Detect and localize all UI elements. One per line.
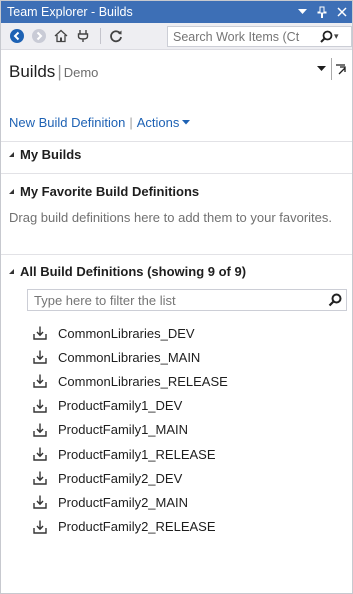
section-all-definitions[interactable]: All Build Definitions (showing 9 of 9) bbox=[9, 264, 246, 279]
search-dropdown-icon[interactable]: ▾ bbox=[334, 31, 339, 42]
collapse-triangle-icon[interactable] bbox=[9, 152, 14, 157]
close-icon[interactable] bbox=[332, 1, 352, 23]
section-favorites[interactable]: My Favorite Build Definitions bbox=[9, 184, 199, 199]
filter-input[interactable] bbox=[28, 292, 324, 308]
refresh-icon[interactable] bbox=[106, 25, 126, 47]
title-bar[interactable]: Team Explorer - Builds bbox=[1, 1, 352, 23]
divider bbox=[1, 141, 352, 142]
back-icon[interactable] bbox=[7, 25, 27, 47]
build-definition-list: CommonLibraries_DEV CommonLibraries_MAIN… bbox=[31, 321, 347, 539]
definition-name: ProductFamily1_DEV bbox=[58, 398, 183, 414]
home-icon[interactable] bbox=[51, 25, 71, 47]
build-definition-icon bbox=[31, 397, 49, 415]
search-work-items[interactable]: ▾ bbox=[167, 26, 352, 47]
page-header: Builds | Demo bbox=[1, 50, 352, 104]
undock-icon[interactable] bbox=[331, 58, 349, 80]
section-title: All Build Definitions (showing 9 of 9) bbox=[20, 264, 247, 279]
page-title-group: Builds | Demo bbox=[9, 62, 98, 82]
build-definition-icon bbox=[31, 324, 49, 342]
build-definition-icon bbox=[31, 421, 49, 439]
divider bbox=[1, 173, 352, 174]
title-separator: | bbox=[57, 62, 62, 81]
project-name[interactable]: Demo bbox=[64, 65, 99, 80]
new-build-definition-link[interactable]: New Build Definition bbox=[9, 115, 125, 130]
section-title: My Builds bbox=[20, 147, 82, 162]
definition-name: ProductFamily1_MAIN bbox=[58, 422, 189, 438]
actions-menu[interactable]: Actions bbox=[137, 115, 180, 130]
definition-name: CommonLibraries_MAIN bbox=[58, 349, 201, 365]
list-item[interactable]: CommonLibraries_RELEASE bbox=[31, 369, 347, 393]
definition-name: CommonLibraries_RELEASE bbox=[58, 373, 228, 389]
section-my-builds[interactable]: My Builds bbox=[9, 147, 81, 162]
list-item[interactable]: ProductFamily2_DEV bbox=[31, 466, 347, 490]
list-item[interactable]: ProductFamily2_MAIN bbox=[31, 490, 347, 514]
search-input[interactable] bbox=[168, 29, 318, 44]
definition-name: ProductFamily2_DEV bbox=[58, 470, 183, 486]
definition-name: ProductFamily2_MAIN bbox=[58, 494, 189, 510]
action-links: New Build Definition | Actions bbox=[9, 115, 191, 130]
definition-name: ProductFamily2_RELEASE bbox=[58, 519, 216, 535]
links-separator: | bbox=[129, 115, 133, 130]
list-item[interactable]: ProductFamily1_RELEASE bbox=[31, 442, 347, 466]
list-item[interactable]: CommonLibraries_MAIN bbox=[31, 345, 347, 369]
list-item[interactable]: ProductFamily2_RELEASE bbox=[31, 515, 347, 539]
page-dropdown-icon[interactable] bbox=[317, 64, 326, 74]
team-explorer-window: Team Explorer - Builds Search Work Items… bbox=[0, 0, 353, 594]
build-definition-icon bbox=[31, 469, 49, 487]
definition-name: CommonLibraries_DEV bbox=[58, 325, 195, 341]
list-item[interactable]: ProductFamily1_MAIN bbox=[31, 418, 347, 442]
page-title: Builds bbox=[9, 62, 56, 81]
favorites-hint: Drag build definitions here to add them … bbox=[9, 210, 333, 225]
window-menu-dropdown-icon[interactable] bbox=[292, 1, 312, 23]
build-definition-icon bbox=[31, 445, 49, 463]
search-icon[interactable] bbox=[324, 293, 346, 307]
search-icon[interactable] bbox=[318, 28, 334, 46]
section-title: My Favorite Build Definitions bbox=[20, 184, 200, 199]
actions-dropdown-icon[interactable] bbox=[182, 118, 191, 127]
build-definition-icon bbox=[31, 493, 49, 511]
connect-icon[interactable] bbox=[73, 25, 93, 47]
definition-name: ProductFamily1_RELEASE bbox=[58, 446, 216, 462]
toolbar-separator bbox=[100, 28, 101, 44]
collapse-triangle-icon[interactable] bbox=[9, 189, 14, 194]
build-definition-icon bbox=[31, 372, 49, 390]
toolbar: ▾ bbox=[1, 23, 352, 50]
list-item[interactable]: ProductFamily1_DEV bbox=[31, 394, 347, 418]
collapse-triangle-icon[interactable] bbox=[9, 269, 14, 274]
list-item[interactable]: CommonLibraries_DEV bbox=[31, 321, 347, 345]
window-title: Team Explorer - Builds bbox=[7, 5, 133, 19]
pin-icon[interactable] bbox=[312, 1, 332, 23]
divider bbox=[1, 254, 352, 255]
definition-filter[interactable] bbox=[27, 289, 347, 311]
forward-icon[interactable] bbox=[29, 25, 49, 47]
build-definition-icon bbox=[31, 348, 49, 366]
build-definition-icon bbox=[31, 518, 49, 536]
